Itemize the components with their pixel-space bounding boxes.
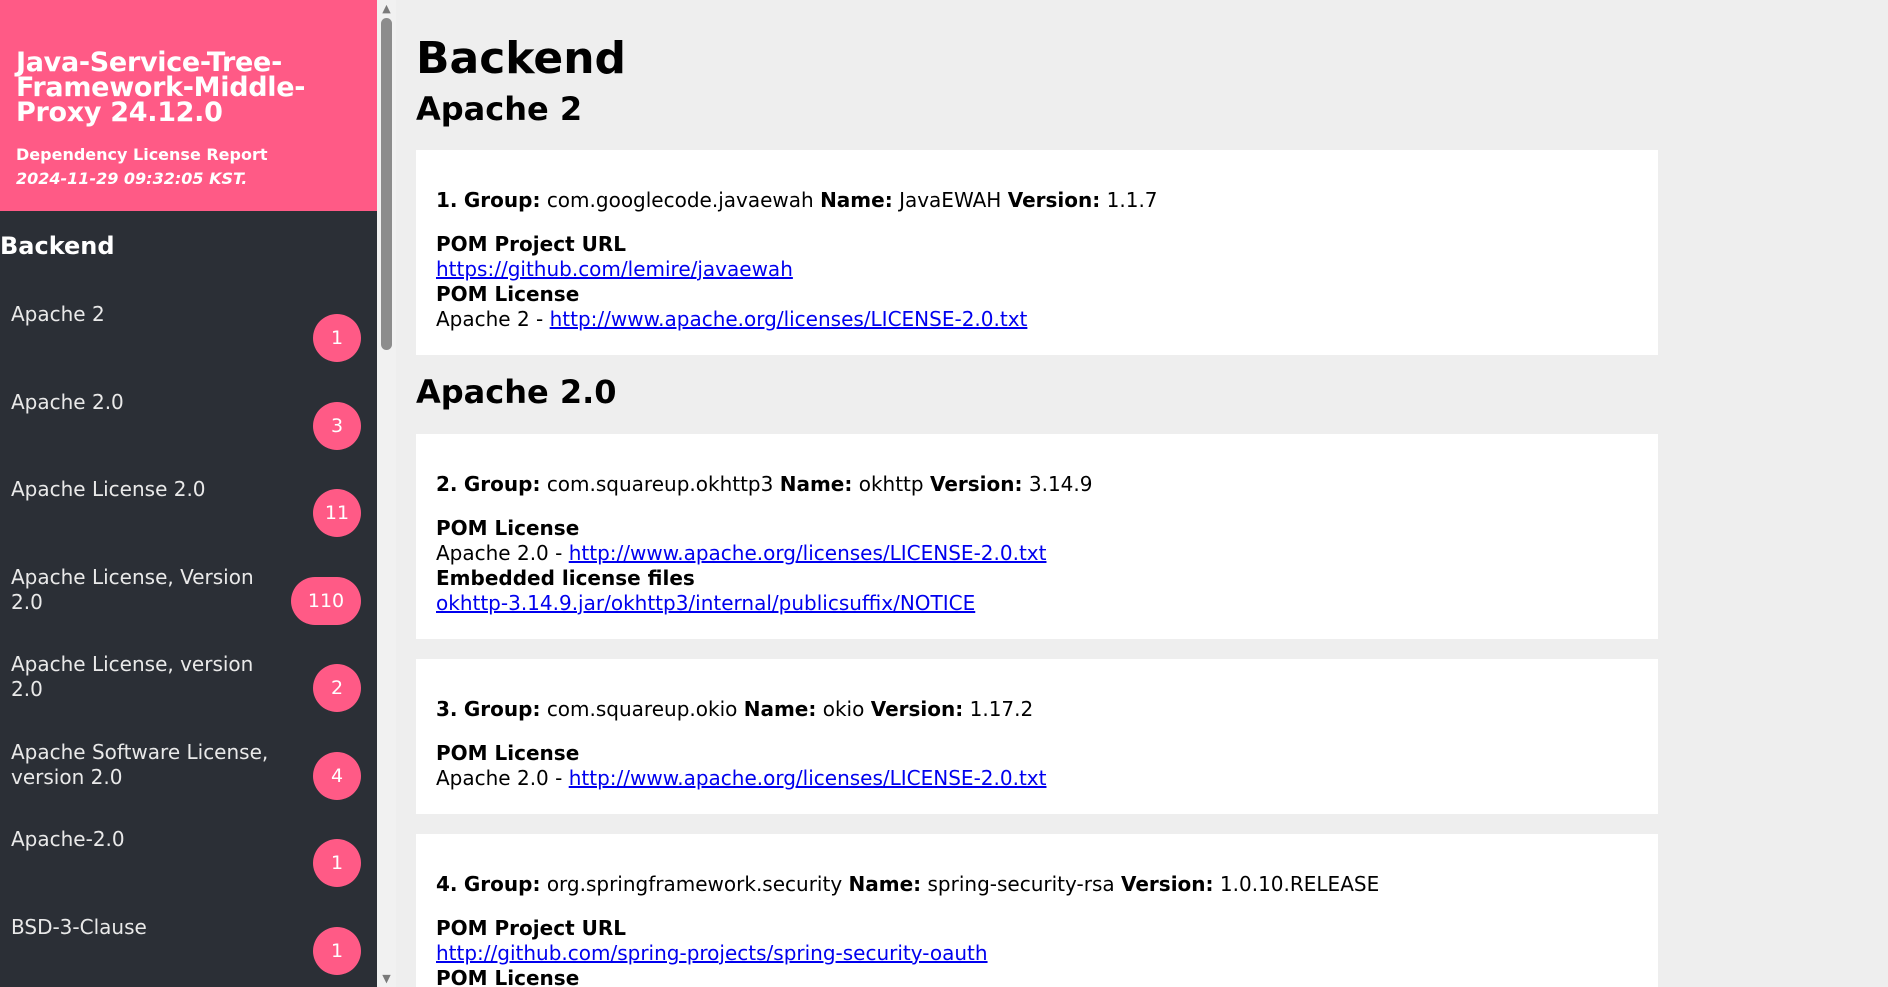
dependency-number: 2. [436, 472, 458, 496]
license-name: Apache 2.0 - [436, 541, 569, 565]
name-value: spring-security-rsa [927, 872, 1115, 896]
dependency-card: 2. Group: com.squareup.okhttp3 Name: okh… [416, 434, 1658, 639]
dependency-header: 4. Group: org.springframework.security N… [436, 834, 1638, 897]
count-badge: 3 [313, 402, 361, 450]
sidebar-item-bsd-3-clause[interactable]: BSD-3-Clause 1 [0, 915, 377, 987]
name-value: okio [822, 697, 865, 721]
version-label: Version: [1120, 872, 1214, 896]
license-url-link[interactable]: http://www.apache.org/licenses/LICENSE-2… [550, 307, 1028, 331]
pom-license-title: POM License [436, 966, 580, 987]
license-url-link[interactable]: http://www.apache.org/licenses/LICENSE-2… [569, 541, 1047, 565]
version-label: Version: [870, 697, 964, 721]
report-timestamp: 2024-11-29 09:32:05 KST. [16, 169, 248, 188]
version-value: 3.14.9 [1028, 472, 1093, 496]
sidebar-item-label: Apache License 2.0 [11, 477, 206, 501]
dependency-card: 3. Group: com.squareup.okio Name: okio V… [416, 659, 1658, 814]
license-group-heading: Apache 2 [416, 90, 583, 128]
name-label: Name: [743, 697, 817, 721]
name-value: JavaEWAH [899, 188, 1002, 212]
dependency-card: 1. Group: com.googlecode.javaewah Name: … [416, 150, 1658, 355]
sidebar-item-label: Apache License, Version 2.0 [11, 565, 254, 614]
version-label: Version: [1007, 188, 1101, 212]
group-value: com.googlecode.javaewah [546, 188, 814, 212]
scroll-up-arrow-icon[interactable]: ▲ [377, 0, 396, 17]
dependency-number: 3. [436, 697, 458, 721]
sidebar-item-label: Apache-2.0 [11, 827, 125, 851]
group-label: Group: [463, 697, 541, 721]
scroll-down-arrow-icon[interactable]: ▼ [377, 970, 396, 987]
dependency-number: 1. [436, 188, 458, 212]
sidebar-item-apache-license-2-0[interactable]: Apache License 2.0 11 [0, 477, 377, 565]
dependency-header: 1. Group: com.googlecode.javaewah Name: … [436, 150, 1638, 213]
name-label: Name: [779, 472, 853, 496]
version-value: 1.17.2 [969, 697, 1034, 721]
license-url-link[interactable]: http://www.apache.org/licenses/LICENSE-2… [569, 766, 1047, 790]
sidebar-item-apache-software-license[interactable]: Apache Software License, version 2.0 4 [0, 740, 377, 828]
version-value: 1.1.7 [1106, 188, 1158, 212]
sidebar-item-label: Apache 2 [11, 302, 105, 326]
dependency-header: 3. Group: com.squareup.okio Name: okio V… [436, 659, 1638, 722]
sidebar-item-label: Apache Software License, version 2.0 [11, 740, 269, 789]
license-name: Apache 2.0 - [436, 766, 569, 790]
scrollbar-thumb[interactable] [381, 18, 392, 350]
version-value: 1.0.10.RELEASE [1219, 872, 1380, 896]
sidebar-item-label: Apache License, version 2.0 [11, 652, 254, 701]
count-badge: 1 [313, 927, 361, 975]
main-content: Backend Apache 2 1. Group: com.googlecod… [416, 0, 1658, 987]
report-subtitle: Dependency License Report [16, 145, 268, 164]
pom-license-title: POM License [436, 516, 580, 540]
pom-license-title: POM License [436, 282, 580, 306]
project-url-link[interactable]: http://github.com/spring-projects/spring… [436, 941, 988, 965]
dependency-header: 2. Group: com.squareup.okhttp3 Name: okh… [436, 434, 1638, 497]
sidebar-section-title[interactable]: Backend [0, 232, 377, 260]
sidebar-item-apache-2-0-dash[interactable]: Apache-2.0 1 [0, 827, 377, 915]
count-badge: 4 [313, 752, 361, 800]
sidebar-item-apache-license-version-2-0[interactable]: Apache License, Version 2.0 110 [0, 565, 377, 653]
count-badge: 11 [313, 489, 361, 537]
name-value: okhttp [858, 472, 924, 496]
version-label: Version: [929, 472, 1023, 496]
embedded-license-files-title: Embedded license files [436, 566, 695, 590]
group-label: Group: [463, 872, 541, 896]
group-label: Group: [463, 472, 541, 496]
sidebar: Java-Service-Tree-Framework-Middle-Proxy… [0, 0, 377, 987]
name-label: Name: [848, 872, 922, 896]
pom-project-url-title: POM Project URL [436, 916, 626, 940]
sidebar-item-label: BSD-3-Clause [11, 915, 147, 939]
count-badge: 1 [313, 839, 361, 887]
sidebar-item-apache-2-0[interactable]: Apache 2.0 3 [0, 390, 377, 478]
pom-license-title: POM License [436, 741, 580, 765]
dependency-number: 4. [436, 872, 458, 896]
embedded-license-link[interactable]: okhttp-3.14.9.jar/okhttp3/internal/publi… [436, 591, 975, 615]
count-badge: 2 [313, 664, 361, 712]
dependency-card: 4. Group: org.springframework.security N… [416, 834, 1658, 987]
sidebar-item-apache-license-version-2-0-lower[interactable]: Apache License, version 2.0 2 [0, 652, 377, 740]
count-badge: 1 [313, 314, 361, 362]
page-title: Backend [416, 33, 627, 84]
sidebar-item-apache-2[interactable]: Apache 2 1 [0, 302, 377, 390]
scrollbar[interactable]: ▲ ▼ [377, 0, 396, 987]
pom-project-url-title: POM Project URL [436, 232, 626, 256]
license-group-heading: Apache 2.0 [416, 373, 617, 411]
group-value: org.springframework.security [546, 872, 843, 896]
license-name: Apache 2 - [436, 307, 550, 331]
group-label: Group: [463, 188, 541, 212]
group-value: com.squareup.okhttp3 [546, 472, 774, 496]
sidebar-header: Java-Service-Tree-Framework-Middle-Proxy… [0, 0, 377, 211]
group-value: com.squareup.okio [546, 697, 738, 721]
name-label: Name: [820, 188, 893, 212]
count-badge: 110 [291, 577, 361, 625]
project-url-link[interactable]: https://github.com/lemire/javaewah [436, 257, 793, 281]
sidebar-item-label: Apache 2.0 [11, 390, 124, 414]
project-title: Java-Service-Tree-Framework-Middle-Proxy… [16, 47, 306, 128]
